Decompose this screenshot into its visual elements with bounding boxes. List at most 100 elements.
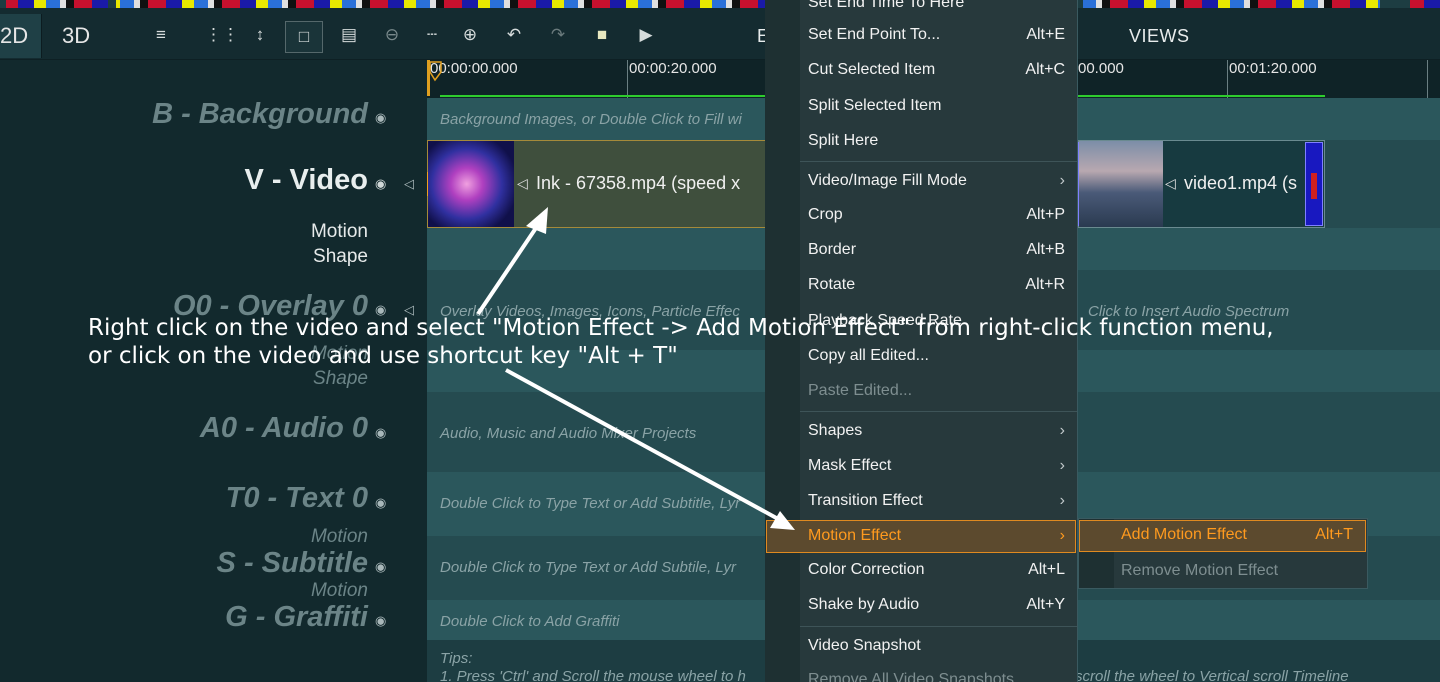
menu-item-shapes[interactable]: Shapes › — [808, 415, 1068, 447]
menu-item-rotate[interactable]: Rotate Alt+R — [808, 269, 1068, 301]
chevron-right-icon: › — [1059, 457, 1065, 474]
tips-text: Tips: 1. Press 'Ctrl' and Scroll the mou… — [440, 650, 746, 682]
menu-label: Transition Effect — [808, 492, 923, 509]
menu-label: Split Selected Item — [808, 97, 942, 114]
track-sub-motion[interactable]: Motion — [311, 526, 368, 548]
menu-item-crop[interactable]: Crop Alt+P — [808, 199, 1068, 231]
views-menu-label[interactable]: VIEWS — [1129, 26, 1190, 47]
menu-label: Shake by Audio — [808, 596, 920, 613]
menu-label: Color Correction — [808, 561, 925, 578]
menu-shortcut: Alt+B — [1026, 241, 1065, 258]
eye-icon[interactable]: ◉ — [375, 613, 395, 629]
play-icon[interactable]: ▶ — [635, 24, 657, 46]
menu-label: Mask Effect — [808, 457, 892, 474]
submenu-item-add-motion-effect[interactable]: Add Motion Effect Alt+T — [1121, 519, 1353, 551]
undo-icon[interactable]: ↶ — [503, 24, 525, 46]
select-icon[interactable]: □ — [285, 21, 323, 53]
align-left-icon[interactable]: ≡ — [150, 24, 172, 46]
zoom-in-icon[interactable]: ⊕ — [459, 24, 481, 46]
menu-label: Remove Motion Effect — [1121, 562, 1279, 579]
zoom-out-icon[interactable]: ⊖ — [381, 24, 403, 46]
menu-item-set-end-point[interactable]: Set End Point To... Alt+E — [808, 19, 1068, 51]
grid-icon[interactable]: ⋮⋮ — [205, 24, 239, 46]
callout-line: Right click on the video and select "Mot… — [88, 315, 1274, 341]
menu-item-set-end-time[interactable]: Set End Time To Here — [808, 0, 1068, 19]
menu-item-fill-mode[interactable]: Video/Image Fill Mode › — [808, 165, 1068, 197]
redo-icon[interactable]: ↷ — [547, 24, 569, 46]
eye-icon[interactable]: ◉ — [375, 110, 395, 126]
menu-separator — [800, 626, 1077, 627]
menu-item-paste-edited[interactable]: Paste Edited... — [808, 375, 1068, 407]
menu-label: Rotate — [808, 276, 856, 293]
track-title-video[interactable]: V - Video — [244, 164, 368, 197]
track-sub-shape[interactable]: Shape — [313, 368, 368, 390]
menu-shortcut: Alt+Y — [1026, 596, 1065, 613]
editor-window: 2D 3D ≡ ⋮⋮ ↕ □ ▤ ⊖ ┄ ⊕ ↶ ↷ ■ ▶ E VIEWS B… — [0, 0, 1440, 682]
menu-item-video-snapshot[interactable]: Video Snapshot — [808, 630, 1068, 662]
clip-thumbnail — [1079, 141, 1163, 227]
eye-icon[interactable]: ◉ — [375, 176, 395, 192]
menu-label: Motion Effect — [808, 527, 902, 544]
clip-label: video1.mp4 (s — [1184, 173, 1298, 193]
eye-icon[interactable]: ◉ — [375, 495, 395, 511]
clip-marker — [1305, 142, 1323, 226]
menu-item-split-here[interactable]: Split Here — [808, 125, 1068, 157]
callout-line: or click on the video and use shortcut k… — [88, 343, 678, 369]
track-hint: Background Images, or Double Click to Fi… — [440, 111, 742, 128]
submenu-item-remove-motion-effect[interactable]: Remove Motion Effect — [1121, 555, 1353, 587]
track-title-graffiti[interactable]: G - Graffiti — [225, 601, 368, 634]
track-sub-motion[interactable]: Motion — [311, 580, 368, 602]
eye-icon[interactable]: ◉ — [375, 559, 395, 575]
menu-label: Crop — [808, 206, 843, 223]
menu-item-color-correction[interactable]: Color Correction Alt+L — [808, 554, 1068, 586]
menu-shortcut: Alt+P — [1026, 206, 1065, 223]
menu-label: Video/Image Fill Mode — [808, 172, 967, 189]
track-title-background[interactable]: B - Background — [152, 98, 368, 131]
menu-label: Add Motion Effect — [1121, 526, 1247, 543]
menu-label: Set End Time To Here — [808, 0, 965, 11]
instruction-callout: Right click on the video and select "Mot… — [88, 314, 1274, 370]
track-title-subtitle[interactable]: S - Subtitle — [217, 547, 368, 580]
thumbnail-strip — [0, 0, 1440, 8]
menu-shortcut: Alt+C — [1025, 61, 1065, 78]
track-sub-shape[interactable]: Shape — [313, 246, 368, 268]
ruler-label: 00:01:20.000 — [1229, 60, 1317, 77]
tab-2d[interactable]: 2D — [0, 14, 42, 58]
menu-item-split-selected[interactable]: Split Selected Item — [808, 90, 1068, 122]
menu-separator — [800, 161, 1077, 162]
speaker-icon[interactable]: ◁ — [404, 176, 414, 192]
menu-label: Shapes — [808, 422, 863, 439]
ruler-label: 00.000 — [1078, 60, 1124, 77]
menu-item-border[interactable]: Border Alt+B — [808, 234, 1068, 266]
tips-line: 1. Press 'Ctrl' and Scroll the mouse whe… — [440, 668, 746, 682]
fit-icon[interactable]: ▤ — [338, 24, 360, 46]
menu-item-shake-by-audio[interactable]: Shake by Audio Alt+Y — [808, 589, 1068, 621]
menu-shortcut: Alt+L — [1028, 561, 1065, 578]
chevron-right-icon: › — [1059, 172, 1065, 189]
track-title-text[interactable]: T0 - Text 0 — [226, 482, 368, 515]
vertical-arrows-icon[interactable]: ↕ — [249, 24, 271, 46]
clip-thumbnail — [428, 141, 514, 227]
eye-icon[interactable]: ◉ — [375, 425, 395, 441]
menu-label: Set End Point To... — [808, 26, 941, 43]
tips-line-end: scroll the wheel to Vertical scroll Time… — [1075, 668, 1349, 682]
speaker-icon[interactable]: ◁ — [1165, 175, 1176, 192]
menu-shortcut: Alt+T — [1315, 526, 1353, 543]
track-sub-motion[interactable]: Motion — [311, 221, 368, 243]
track-header-panel: B - Background ◉ V - Video ◉ ◁ Motion Sh… — [0, 60, 427, 682]
track-hint: Double Click to Type Text or Add Subtile… — [440, 559, 736, 576]
speaker-icon[interactable]: ◁ — [517, 175, 528, 192]
track-title-audio[interactable]: A0 - Audio 0 — [200, 412, 368, 445]
ruler-icon[interactable]: ┄ — [421, 24, 443, 46]
menu-item-transition-effect[interactable]: Transition Effect › — [808, 485, 1068, 517]
stop-icon[interactable]: ■ — [591, 24, 613, 46]
menu-item-cut[interactable]: Cut Selected Item Alt+C — [808, 54, 1068, 86]
tab-3d[interactable]: 3D — [62, 14, 90, 58]
menu-item-remove-snapshots[interactable]: Remove All Video Snapshots — [808, 664, 1068, 682]
menu-item-mask-effect[interactable]: Mask Effect › — [808, 450, 1068, 482]
menu-separator — [800, 411, 1077, 412]
menu-item-motion-effect[interactable]: Motion Effect › — [808, 520, 1068, 552]
clip-label: Ink - 67358.mp4 (speed x — [536, 173, 741, 193]
playhead-icon[interactable] — [427, 60, 447, 96]
track-hint: Audio, Music and Audio Mixer Projects — [440, 425, 697, 442]
